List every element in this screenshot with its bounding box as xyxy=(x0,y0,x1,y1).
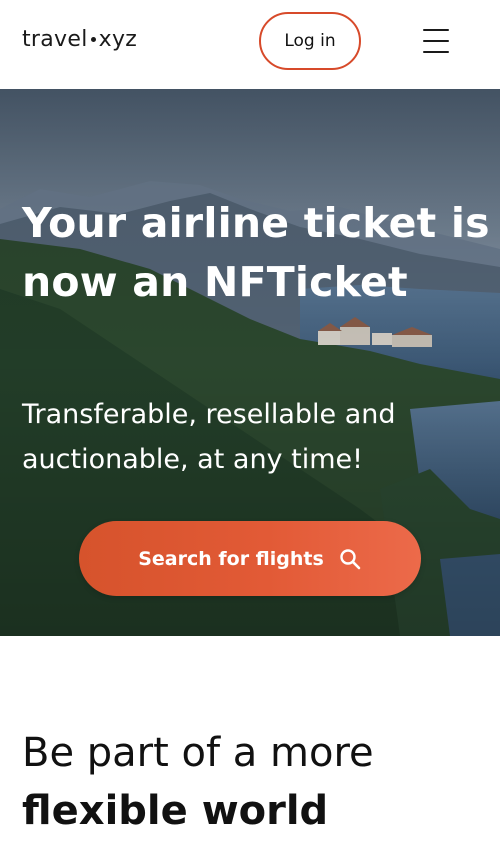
logo-text-left: travel xyxy=(22,27,88,52)
login-button[interactable]: Log in xyxy=(259,12,361,70)
hero-section: Your airline ticket is now an NFTicket T… xyxy=(0,89,500,636)
menu-icon-bar-top xyxy=(423,29,449,31)
logo-dot xyxy=(90,36,96,42)
menu-icon-bar-bottom xyxy=(423,51,449,53)
section-heading-bold: flexible world xyxy=(22,788,329,834)
hamburger-menu-icon[interactable] xyxy=(423,29,449,53)
site-header: travel xyz Log in xyxy=(0,0,500,89)
logo-text-right: xyz xyxy=(98,27,138,52)
travelxyz-logo[interactable]: travel xyz xyxy=(22,26,137,54)
search-flights-label: Search for flights xyxy=(138,547,324,570)
hero-title: Your airline ticket is now an NFTicket xyxy=(22,199,490,306)
section-heading-light: Be part of a more xyxy=(22,730,374,776)
menu-icon-bar-middle xyxy=(423,40,449,42)
search-icon xyxy=(340,548,361,569)
search-flights-button[interactable]: Search for flights xyxy=(79,521,421,596)
hero-subtitle: Transferable, resellable and auctionable… xyxy=(22,399,396,475)
section-heading: Be part of a more flexible world xyxy=(22,725,492,841)
